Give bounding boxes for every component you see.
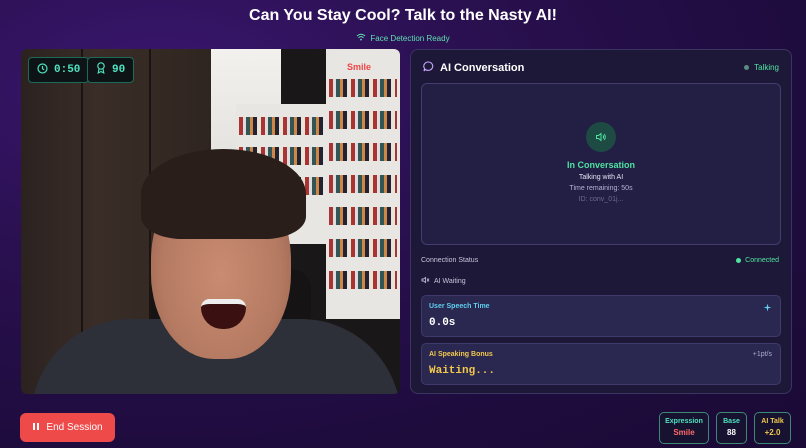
connection-status-label: Connection Status — [421, 257, 479, 264]
end-session-button[interactable]: End Session — [20, 413, 115, 442]
sparkle-icon — [763, 303, 772, 314]
volume-icon — [421, 276, 430, 286]
timer-value: 0:50 — [54, 64, 81, 76]
stat-ai-talk: AI Talk +2.0 — [754, 412, 791, 444]
page-title: Can You Stay Cool? Talk to the Nasty AI! — [249, 7, 557, 24]
pause-icon — [32, 422, 40, 434]
user-speech-value: 0.0s — [429, 317, 456, 329]
state-subtitle: Talking with AI — [578, 174, 624, 181]
stat-value: Smile — [673, 428, 695, 437]
status-dot-icon — [744, 65, 750, 70]
stat-value: 88 — [727, 428, 736, 437]
stat-label: Base — [723, 418, 740, 425]
face-detection-label: Face Detection Ready — [370, 33, 450, 43]
ai-state: AI Waiting — [421, 276, 466, 286]
ai-bonus-rate: +1pt/s — [752, 351, 772, 358]
timer-badge: 0:50 — [28, 57, 90, 83]
expression-tag: Smile — [347, 62, 372, 72]
stat-expression: Expression Smile — [659, 412, 709, 444]
state-title: In Conversation — [566, 160, 635, 170]
ai-bonus-label: AI Speaking Bonus — [429, 351, 493, 358]
webcam-video: 0:50 90 Smile — [21, 49, 400, 394]
stat-base: Base 88 — [716, 412, 747, 444]
stat-label: AI Talk — [761, 418, 784, 425]
conversation-state-box: In Conversation Talking with AI Time rem… — [421, 83, 781, 245]
end-session-label: End Session — [46, 422, 103, 433]
ai-conversation-panel: AI Conversation Talking In Conversation … — [410, 49, 792, 394]
connected-dot-icon — [736, 258, 742, 263]
chat-bubble-icon — [423, 61, 434, 75]
ai-state-label: AI Waiting — [434, 277, 466, 285]
panel-header: AI Conversation — [423, 61, 524, 75]
ai-bonus-value: Waiting... — [429, 365, 496, 377]
stat-label: Expression — [665, 418, 703, 425]
award-icon — [96, 62, 106, 78]
talking-status: Talking — [744, 63, 779, 72]
connection-status: Connected — [736, 257, 779, 264]
wifi-icon — [356, 33, 366, 43]
user-speech-card: User Speech Time 0.0s — [421, 295, 781, 337]
header: Can You Stay Cool? Talk to the Nasty AI!… — [0, 0, 806, 46]
speaker-icon — [586, 122, 616, 152]
ai-bonus-card: AI Speaking Bonus +1pt/s Waiting... — [421, 343, 781, 385]
user-speech-label: User Speech Time — [429, 303, 490, 310]
score-badge: 90 — [87, 57, 135, 83]
face-detection-status: Face Detection Ready — [356, 33, 450, 43]
panel-title: AI Conversation — [440, 62, 525, 74]
conversation-id: ID: conv_01j... — [578, 196, 624, 203]
time-remaining: Time remaining: 50s — [569, 185, 633, 192]
clock-icon — [37, 62, 48, 78]
connection-value: Connected — [745, 257, 779, 264]
score-value: 90 — [112, 64, 126, 76]
talking-label: Talking — [754, 63, 779, 72]
stat-value: +2.0 — [764, 428, 781, 437]
